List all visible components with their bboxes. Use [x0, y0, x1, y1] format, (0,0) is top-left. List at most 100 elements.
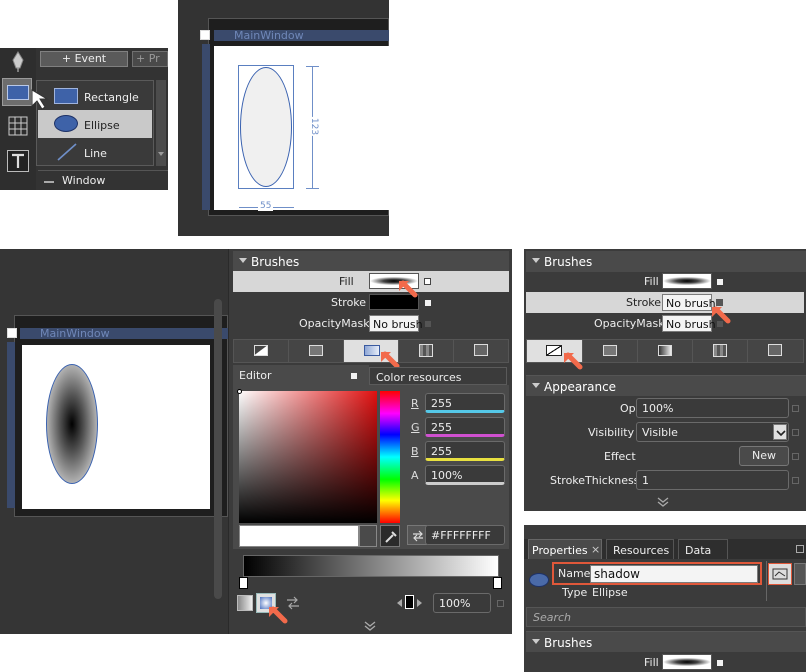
stop-offset-field[interactable]: 100%: [433, 593, 491, 613]
expand-more-icon[interactable]: [363, 621, 377, 631]
tab-properties-label: Properties: [532, 544, 588, 557]
editor-tab-marker[interactable]: [351, 373, 357, 379]
gradient-brush-button[interactable]: [638, 340, 693, 362]
opacity-mask-value[interactable]: No brush: [662, 315, 716, 332]
selected-ellipse[interactable]: [240, 67, 292, 187]
window-title: MainWindow: [40, 327, 110, 340]
g-value-field[interactable]: 255: [425, 417, 505, 437]
visibility-label: Visibility: [588, 426, 635, 439]
window-tree-row[interactable]: Window: [38, 170, 168, 188]
visibility-select[interactable]: Visible: [636, 422, 789, 442]
add-property-button[interactable]: + Pr: [132, 51, 168, 67]
color-gradient-picker[interactable]: [239, 391, 377, 523]
name-field[interactable]: shadow: [590, 565, 758, 583]
editor-tab[interactable]: Editor: [233, 365, 369, 385]
fill-marker[interactable]: [717, 660, 723, 666]
properties-panel: Properties × Resources Data Name shadow …: [524, 525, 806, 672]
properties-fill-row[interactable]: Fill: [526, 653, 806, 672]
resource-brush-button[interactable]: [748, 340, 803, 362]
width-dimension-label: 55: [258, 201, 274, 211]
stroke-row[interactable]: Stroke: [233, 292, 509, 313]
color-picker-handle[interactable]: [237, 389, 242, 394]
fill-marker[interactable]: [717, 279, 723, 285]
menu-item-line[interactable]: Line: [38, 138, 152, 166]
stroke-row[interactable]: Stroke No brush: [526, 292, 804, 313]
menu-item-ellipse[interactable]: Ellipse: [38, 110, 152, 138]
effect-marker[interactable]: [792, 453, 799, 460]
tab-properties[interactable]: Properties ×: [528, 539, 602, 559]
tab-data[interactable]: Data: [678, 539, 728, 559]
stroke-marker[interactable]: [425, 300, 431, 306]
opacity-mask-value[interactable]: No brush: [369, 315, 423, 332]
grid-tool-icon[interactable]: [8, 116, 28, 136]
color-space-button[interactable]: [407, 525, 427, 545]
opacity-marker[interactable]: [792, 405, 799, 412]
visibility-marker[interactable]: [792, 429, 799, 436]
pointer-arrow-icon: [712, 306, 731, 324]
current-color-swatch[interactable]: [239, 525, 359, 547]
brushes-header-label: Brushes: [251, 255, 300, 269]
a-value-field[interactable]: 100%: [425, 465, 505, 485]
ellipse-icon: [54, 115, 78, 132]
b-value-field[interactable]: 255: [425, 441, 505, 461]
fill-row[interactable]: Fill: [526, 271, 804, 292]
tab-resources[interactable]: Resources: [606, 539, 674, 559]
menu-item-rectangle[interactable]: Rectangle: [38, 82, 152, 110]
pointer-arrow-icon: [399, 280, 418, 298]
visibility-dropdown-button[interactable]: [773, 424, 787, 440]
opacity-field[interactable]: 100%: [636, 398, 789, 418]
color-resources-tab[interactable]: Color resources: [369, 367, 507, 385]
selected-stop-icon: [405, 595, 414, 609]
gradient-ellipse[interactable]: [46, 364, 98, 484]
pen-tool-icon[interactable]: [8, 50, 28, 72]
solid-brush-button[interactable]: [583, 340, 638, 362]
gradient-stop-start[interactable]: [239, 577, 248, 589]
brushes-panel-b: Brushes Fill Stroke No brush OpacityMask…: [524, 249, 806, 511]
expand-icon: [532, 383, 540, 388]
appearance-header[interactable]: Appearance: [526, 375, 806, 396]
search-field[interactable]: Search: [526, 607, 806, 627]
expand-icon: [239, 258, 247, 263]
reverse-gradient-icon[interactable]: [285, 596, 301, 610]
panel-scrollbar[interactable]: [214, 299, 222, 599]
eyedropper-button[interactable]: [380, 525, 400, 547]
stroke-value[interactable]: No brush: [662, 294, 716, 311]
solid-brush-button[interactable]: [289, 340, 344, 362]
previous-color-swatch[interactable]: [359, 525, 377, 547]
fill-swatch[interactable]: [662, 273, 712, 289]
pin-icon[interactable]: [796, 545, 804, 553]
stroke-thickness-label: StrokeThickness: [550, 474, 640, 487]
opacity-mask-row[interactable]: OpacityMask No brush: [233, 313, 509, 334]
tile-brush-button[interactable]: [693, 340, 748, 362]
fill-row[interactable]: Fill: [233, 271, 509, 292]
brushes-header[interactable]: Brushes: [526, 251, 806, 272]
opacity-mask-marker[interactable]: [425, 321, 431, 327]
add-event-button[interactable]: + Event: [40, 51, 128, 67]
events-view-button[interactable]: [794, 563, 806, 585]
effect-new-button[interactable]: New: [739, 446, 789, 466]
hue-slider[interactable]: [380, 391, 400, 523]
properties-brushes-header[interactable]: Brushes: [526, 631, 806, 652]
opacity-mask-row[interactable]: OpacityMask No brush: [526, 313, 804, 334]
gradient-stop-end[interactable]: [493, 577, 502, 589]
stop-prev-icon[interactable]: [397, 599, 402, 607]
resource-brush-button[interactable]: [454, 340, 509, 362]
expand-more-icon[interactable]: [656, 497, 670, 507]
stroke-thickness-marker[interactable]: [792, 477, 799, 484]
r-value-field[interactable]: 255: [425, 393, 505, 413]
stop-offset-marker[interactable]: [497, 600, 504, 607]
fill-marker[interactable]: [424, 278, 431, 285]
gradient-stops-bar[interactable]: [243, 555, 499, 577]
hex-value-field[interactable]: #FFFFFFFF: [425, 525, 505, 545]
stroke-thickness-field[interactable]: 1: [636, 470, 789, 490]
type-label: Type: [562, 586, 588, 599]
close-icon[interactable]: ×: [591, 544, 600, 555]
stop-next-icon[interactable]: [417, 599, 422, 607]
fill-swatch[interactable]: [662, 654, 712, 670]
text-tool-icon[interactable]: [7, 150, 29, 172]
brushes-header[interactable]: Brushes: [233, 251, 509, 272]
tile-brush-button[interactable]: [399, 340, 454, 362]
linear-gradient-button[interactable]: [237, 595, 253, 611]
events-toggle-button[interactable]: [768, 563, 792, 585]
no-brush-button[interactable]: [234, 340, 289, 362]
